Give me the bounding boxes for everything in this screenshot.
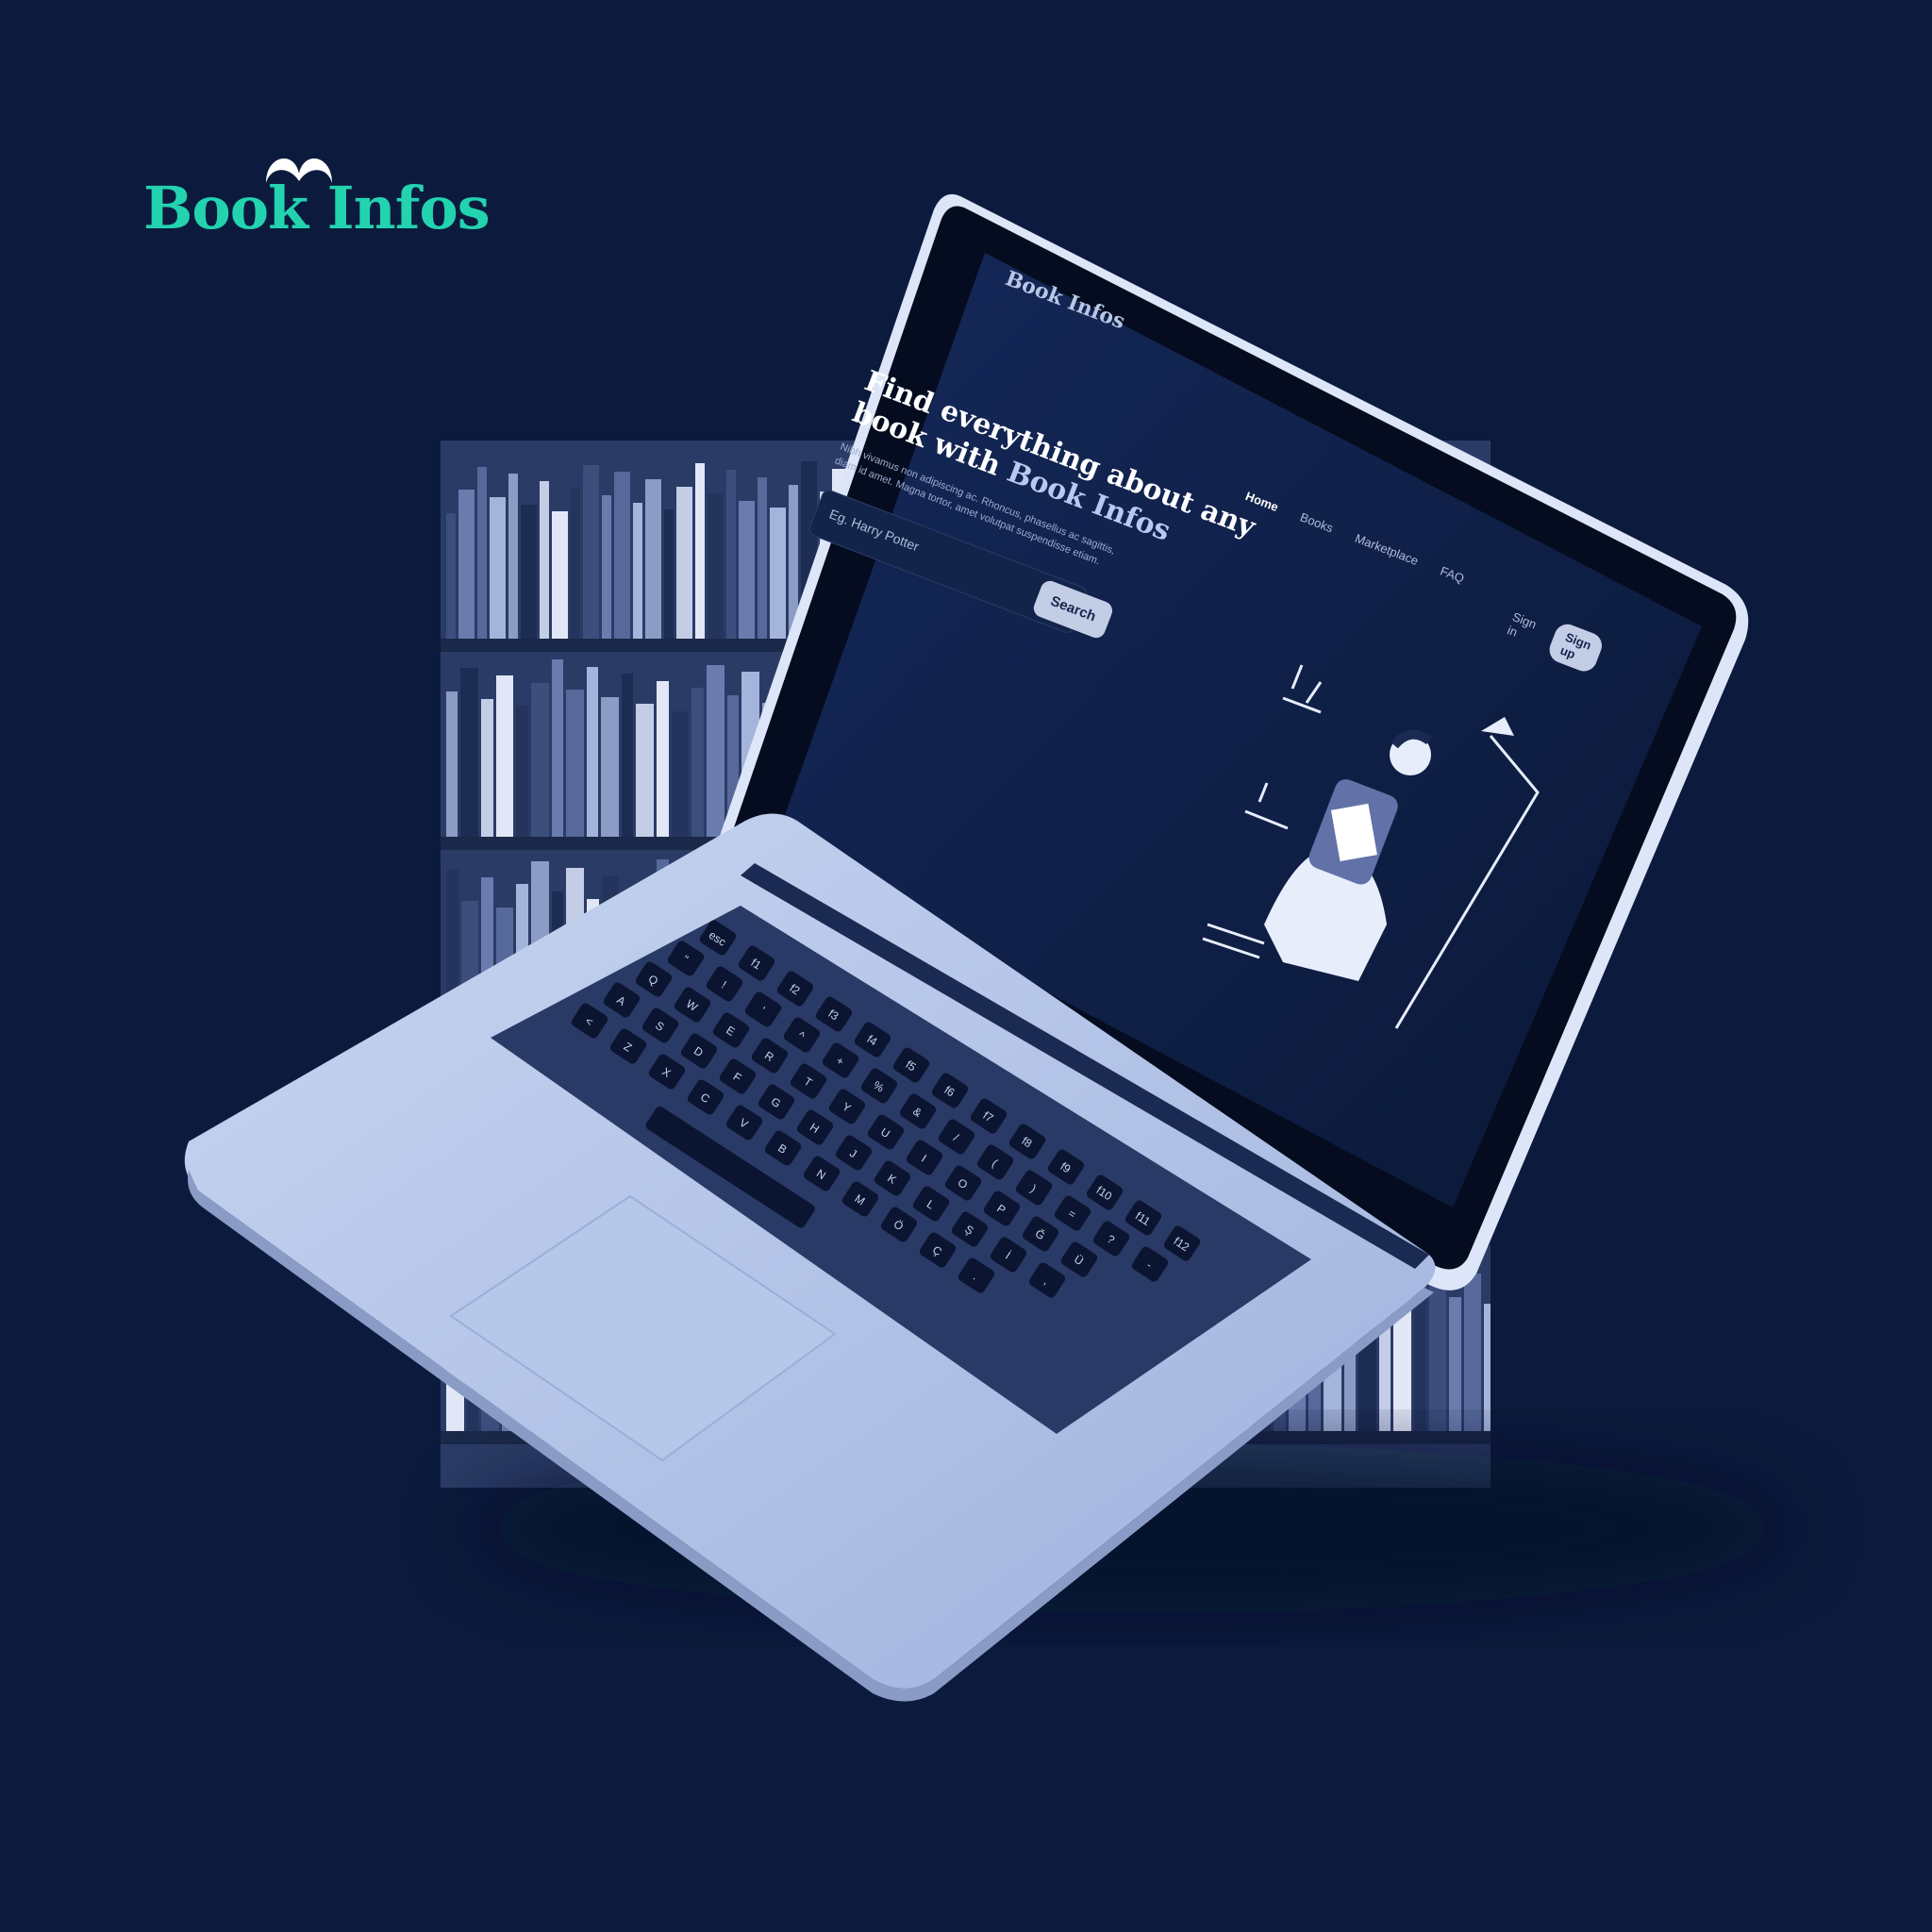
hero-title-prefix: Find everything about any book with [847, 364, 1260, 544]
auth-links: Sign in Sign up [1504, 605, 1607, 675]
nav-faq[interactable]: FAQ [1439, 563, 1467, 585]
nav-marketplace[interactable]: Marketplace [1353, 531, 1420, 568]
signin-link[interactable]: Sign in [1506, 609, 1539, 644]
